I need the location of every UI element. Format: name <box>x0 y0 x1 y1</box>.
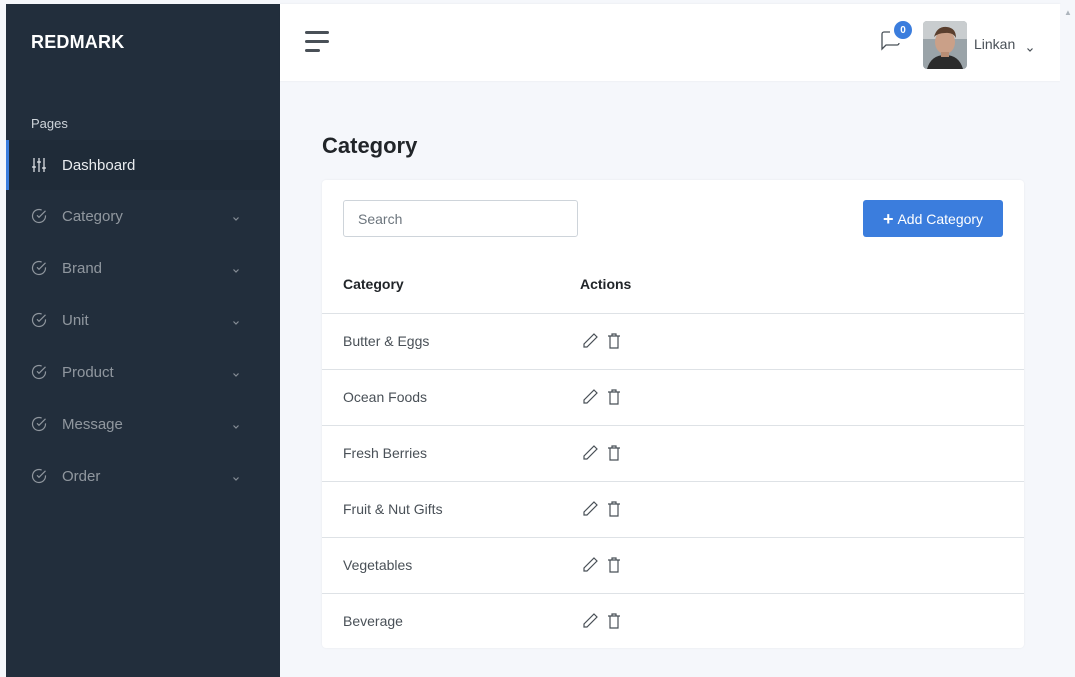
actions-cell <box>583 313 1024 370</box>
delete-trash-icon[interactable] <box>604 387 624 407</box>
chevron-down-icon <box>232 314 240 325</box>
delete-trash-icon[interactable] <box>604 499 624 519</box>
actions-cell <box>583 425 1024 482</box>
edit-pencil-icon[interactable] <box>580 611 600 631</box>
check-circle-icon <box>31 260 47 276</box>
category-name-cell: Vegetables <box>322 537 594 594</box>
check-circle-icon <box>31 416 47 432</box>
sidebar-item-label: Unit <box>62 311 89 329</box>
chevron-down-icon <box>232 418 240 429</box>
edit-pencil-icon[interactable] <box>580 555 600 575</box>
topbar: 0 Linkan <box>280 4 1060 81</box>
table-header-row: Category Actions <box>322 256 1024 314</box>
sidebar-item-category[interactable]: Category <box>6 190 280 242</box>
add-category-button[interactable]: + Add Category <box>863 200 1003 237</box>
add-category-label: Add Category <box>897 210 984 227</box>
chevron-down-icon <box>232 470 240 481</box>
check-circle-icon <box>31 364 47 380</box>
category-name-cell: Fresh Berries <box>322 425 594 482</box>
sidebar-item-unit[interactable]: Unit <box>6 294 280 346</box>
chevron-down-icon[interactable] <box>1026 41 1034 52</box>
user-name[interactable]: Linkan <box>974 36 1015 52</box>
scroll-up-arrow-icon[interactable]: ▲ <box>1064 8 1072 17</box>
plus-icon: + <box>882 208 894 229</box>
delete-trash-icon[interactable] <box>604 443 624 463</box>
sidebar-item-label: Dashboard <box>62 156 136 174</box>
edit-pencil-icon[interactable] <box>580 499 600 519</box>
delete-trash-icon[interactable] <box>604 611 624 631</box>
edit-pencil-icon[interactable] <box>580 331 600 351</box>
actions-cell <box>583 481 1024 538</box>
chevron-down-icon <box>232 210 240 221</box>
column-header-actions-label: Actions <box>580 276 632 293</box>
sliders-icon <box>31 157 47 173</box>
category-card: + Add Category Category Actions Butter &… <box>322 180 1024 648</box>
column-header-actions: Actions <box>580 256 1024 314</box>
sidebar-item-message[interactable]: Message <box>6 398 280 450</box>
hamburger-line <box>305 40 329 43</box>
sidebar-item-brand[interactable]: Brand <box>6 242 280 294</box>
table-row: Beverage <box>322 593 1024 649</box>
column-header-category: Category <box>322 256 594 314</box>
category-name-cell: Fruit & Nut Gifts <box>322 481 594 538</box>
brand-logo[interactable]: REDMARK <box>6 4 280 80</box>
category-name-cell: Butter & Eggs <box>322 313 594 370</box>
chevron-down-icon <box>232 366 240 377</box>
check-circle-icon <box>31 468 47 484</box>
hamburger-line <box>305 49 320 52</box>
page-title: Category <box>322 133 418 158</box>
message-square-icon <box>880 31 902 56</box>
check-circle-icon <box>31 208 47 224</box>
app-root: REDMARK Pages Dashboard Category Brand U… <box>0 0 1075 677</box>
sidebar-toggle-button[interactable] <box>305 31 329 53</box>
message-count-badge: 0 <box>894 21 912 39</box>
category-name-cell: Beverage <box>343 613 403 630</box>
table-row: Vegetables <box>322 537 1024 594</box>
actions-cell <box>583 593 1024 649</box>
actions-cell <box>583 369 1024 426</box>
sidebar-item-order[interactable]: Order <box>6 450 280 502</box>
delete-trash-icon[interactable] <box>604 555 624 575</box>
sidebar-section-header: Pages <box>31 116 68 131</box>
edit-pencil-icon[interactable] <box>580 387 600 407</box>
check-circle-icon <box>31 312 47 328</box>
table-row: Fresh Berries <box>322 425 1024 482</box>
table-row: Ocean Foods <box>322 369 1024 426</box>
search-input[interactable] <box>343 200 578 237</box>
page-scrollbar[interactable] <box>1060 4 1075 677</box>
category-name-cell: Ocean Foods <box>322 369 594 426</box>
sidebar-item-label: Brand <box>62 259 103 277</box>
sidebar: REDMARK Pages Dashboard Category Brand U… <box>6 4 280 677</box>
delete-trash-icon[interactable] <box>604 331 624 351</box>
table-row: Butter & Eggs <box>322 313 1024 370</box>
category-table: Category Actions Butter & Eggs Ocean Foo… <box>322 256 1024 649</box>
chevron-down-icon <box>232 262 240 273</box>
table-row: Fruit & Nut Gifts <box>322 481 1024 538</box>
hamburger-line <box>305 31 329 34</box>
messages-button[interactable]: 0 <box>880 21 912 56</box>
avatar[interactable] <box>923 21 967 69</box>
sidebar-item-label: Order <box>62 467 101 485</box>
sidebar-item-dashboard[interactable]: Dashboard <box>6 140 280 190</box>
sidebar-item-label: Category <box>62 207 123 225</box>
sidebar-item-product[interactable]: Product <box>6 346 280 398</box>
sidebar-item-label: Product <box>62 363 114 381</box>
edit-pencil-icon[interactable] <box>580 443 600 463</box>
sidebar-item-label: Message <box>62 415 123 433</box>
actions-cell <box>583 537 1024 594</box>
